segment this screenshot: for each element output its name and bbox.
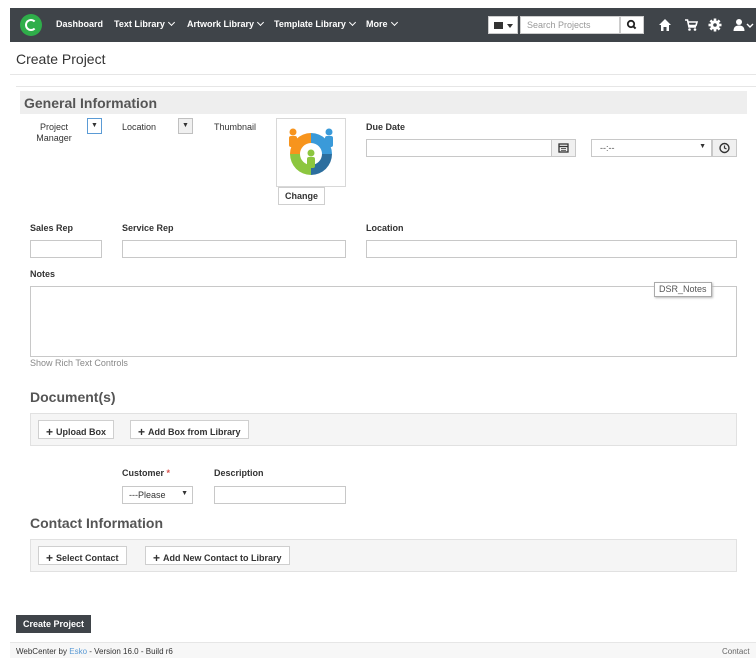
plus-icon: + [138, 425, 146, 439]
plus-icon: + [46, 551, 54, 565]
project-thumbnail-graphic [289, 128, 333, 175]
project-manager-select[interactable]: ▼ [87, 118, 102, 134]
due-date-input[interactable] [366, 139, 552, 157]
add-box-from-library-button[interactable]: + Add Box from Library [130, 420, 249, 439]
plus-icon: + [153, 551, 161, 565]
contact-toolbar [30, 539, 737, 572]
webcenter-logo-icon[interactable] [20, 14, 42, 36]
customer-select[interactable]: ---Please ▼ [122, 486, 193, 504]
location-select-label: Location [122, 122, 157, 132]
footer-contact-link[interactable]: Contact [722, 647, 750, 656]
general-info-title: General Information [24, 95, 158, 111]
notes-label: Notes [30, 269, 56, 279]
clock-button[interactable] [712, 139, 737, 157]
select-contact-button[interactable]: + Select Contact [38, 546, 127, 565]
location-input[interactable] [366, 240, 737, 258]
cart-icon[interactable] [683, 17, 699, 33]
add-new-contact-button[interactable]: + Add New Contact to Library [145, 546, 290, 565]
chevron-down-icon [167, 18, 175, 27]
folder-icon [494, 22, 503, 29]
thumbnail-image[interactable] [276, 118, 346, 187]
search-type-dropdown[interactable] [488, 16, 518, 34]
due-date-label: Due Date [366, 122, 406, 132]
nav-artwork-library[interactable]: Artwork Library [187, 18, 265, 29]
customer-value: ---Please [129, 490, 166, 500]
create-project-button[interactable]: Create Project [16, 615, 92, 633]
footer-version-text: WebCenter by Esko - Version 16.0 - Build… [16, 647, 173, 656]
calendar-button[interactable] [551, 139, 576, 157]
search-button[interactable] [620, 16, 644, 34]
nav-text-library[interactable]: Text Library [114, 18, 175, 29]
user-icon[interactable] [732, 17, 754, 33]
due-time-value: --:-- [600, 143, 615, 153]
service-rep-input[interactable] [122, 240, 346, 258]
nav-template-library[interactable]: Template Library [274, 18, 356, 29]
calendar-icon [558, 143, 569, 153]
search-input[interactable]: Search Projects [520, 16, 620, 34]
plus-icon: + [46, 425, 54, 439]
page-title: Create Project [16, 51, 106, 67]
dropdown-arrow-icon: ▼ [699, 143, 706, 150]
dropdown-arrow-icon: ▼ [181, 490, 188, 497]
chevron-down-icon [348, 18, 356, 27]
customer-label: Customer * [122, 468, 171, 478]
description-input[interactable] [214, 486, 346, 504]
esko-link[interactable]: Esko [69, 647, 87, 656]
sales-rep-label: Sales Rep [30, 223, 74, 233]
divider [16, 86, 756, 87]
required-mark: * [166, 468, 171, 478]
notes-textarea[interactable] [30, 286, 737, 357]
project-manager-label: Project Manager [36, 122, 72, 143]
location-label: Location [366, 223, 404, 233]
chevron-down-icon [256, 18, 265, 27]
service-rep-label: Service Rep [122, 223, 174, 233]
thumbnail-label: Thumbnail [214, 122, 257, 132]
nav-dashboard[interactable]: Dashboard [56, 19, 103, 29]
top-nav-bar: Dashboard Text Library Artwork Library T… [10, 8, 756, 42]
clock-icon [719, 142, 730, 154]
chevron-down-icon [390, 18, 398, 27]
divider [10, 74, 756, 75]
show-rich-text-link[interactable]: Show Rich Text Controls [30, 358, 128, 368]
gear-icon[interactable] [707, 17, 723, 33]
location-select[interactable]: ▼ [178, 118, 193, 134]
due-time-select[interactable]: --:-- ▼ [591, 139, 712, 157]
nav-more[interactable]: More [366, 18, 398, 29]
notes-tooltip: DSR_Notes [654, 282, 712, 297]
documents-title: Document(s) [30, 389, 116, 405]
search-icon [626, 19, 637, 30]
sales-rep-input[interactable] [30, 240, 102, 258]
contact-info-title: Contact Information [30, 515, 163, 531]
caret-down-icon [507, 24, 513, 28]
upload-box-button[interactable]: + Upload Box [38, 420, 115, 439]
description-label: Description [214, 468, 264, 478]
change-thumbnail-button[interactable]: Change [278, 187, 326, 205]
home-icon[interactable] [657, 17, 673, 33]
